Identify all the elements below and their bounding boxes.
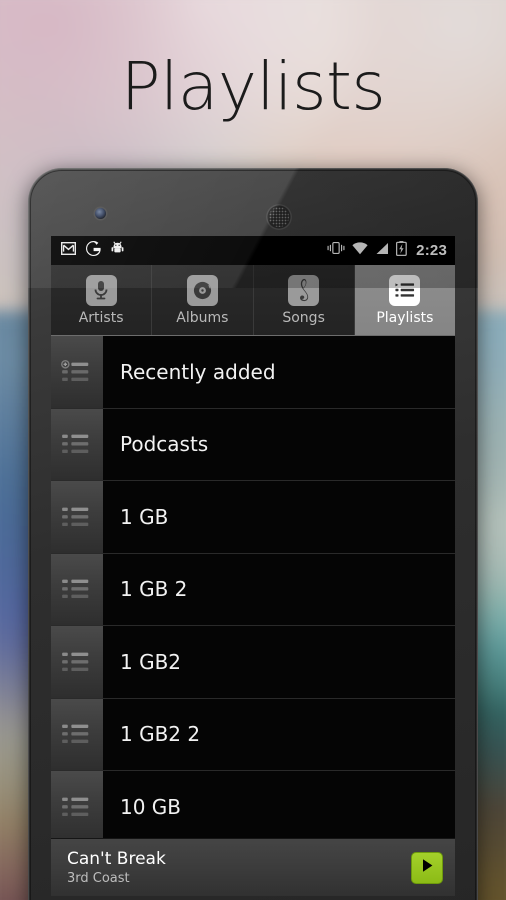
microphone-icon: [85, 274, 117, 306]
list-icon: [51, 553, 103, 625]
vibrate-icon: [327, 241, 345, 260]
tab-songs-label: Songs: [282, 309, 325, 326]
android-icon: [111, 241, 124, 260]
page-title: Playlists: [120, 48, 386, 125]
list-item-label: Recently added: [120, 359, 276, 384]
playlist-list[interactable]: Recently added Podcasts 1 GB 1 GB 2 1 GB…: [51, 336, 455, 844]
gmail-icon: [60, 241, 77, 260]
proximity-sensor-icon: [393, 211, 400, 217]
tab-songs[interactable]: Songs: [253, 265, 355, 335]
phone-mockup: 2:23 Artists Albums Songs Playlists Rece…: [28, 168, 478, 900]
list-item[interactable]: 1 GB2 2: [51, 698, 455, 771]
list-item[interactable]: 1 GB 2: [51, 553, 455, 626]
list-item[interactable]: 1 GB: [51, 481, 455, 554]
list-item[interactable]: 1 GB2: [51, 626, 455, 699]
list-icon: [51, 771, 103, 843]
light-sensor-icon: [409, 211, 414, 216]
list-item[interactable]: Podcasts: [51, 408, 455, 481]
list-item-label: 10 GB: [120, 794, 182, 819]
tab-artists-label: Artists: [78, 309, 124, 326]
list-item-label: 1 GB2 2: [120, 722, 201, 747]
list-item-label: 1 GB 2: [120, 577, 188, 602]
tab-artists[interactable]: Artists: [51, 265, 153, 335]
list-item[interactable]: Recently added: [51, 336, 455, 409]
signal-icon: [375, 242, 389, 260]
wifi-icon: [352, 241, 368, 260]
now-playing-title: Can't Break: [67, 849, 166, 869]
now-playing-bar[interactable]: Can't Break 3rd Coast: [51, 838, 455, 896]
tab-albums-label: Albums: [176, 309, 229, 326]
list-icon: [51, 408, 103, 480]
now-playing-artist: 3rd Coast: [67, 871, 130, 886]
list-add-icon: [51, 336, 103, 408]
treble-clef-icon: [288, 274, 320, 306]
list-icon: [51, 481, 103, 553]
tab-albums[interactable]: Albums: [152, 265, 254, 335]
earpiece-speaker-icon: [266, 204, 292, 230]
now-playing-info: Can't Break 3rd Coast: [67, 849, 166, 886]
tab-playlists-label: Playlists: [376, 309, 434, 326]
list-item-label: Podcasts: [120, 432, 209, 457]
list-item[interactable]: 10 GB: [51, 771, 455, 844]
phone-screen: 2:23 Artists Albums Songs Playlists Rece…: [51, 236, 455, 896]
list-icon: [51, 698, 103, 770]
status-bar-system-icons: 2:23: [327, 240, 447, 261]
status-bar-notifications: [60, 240, 124, 261]
play-icon: [421, 858, 434, 878]
tab-playlists[interactable]: Playlists: [354, 265, 455, 335]
play-button[interactable]: [411, 851, 443, 884]
google-icon: [86, 240, 101, 261]
list-item-label: 1 GB: [120, 504, 169, 529]
list-icon: [51, 626, 103, 698]
disc-icon: [186, 274, 218, 306]
list-icon: [389, 274, 421, 306]
tab-bar: Artists Albums Songs Playlists: [51, 265, 455, 336]
front-camera-icon: [95, 208, 106, 219]
list-item-label: 1 GB2: [120, 649, 182, 674]
status-bar-clock: 2:23: [416, 242, 447, 259]
status-bar: 2:23: [51, 236, 455, 265]
battery-charging-icon: [396, 240, 408, 261]
